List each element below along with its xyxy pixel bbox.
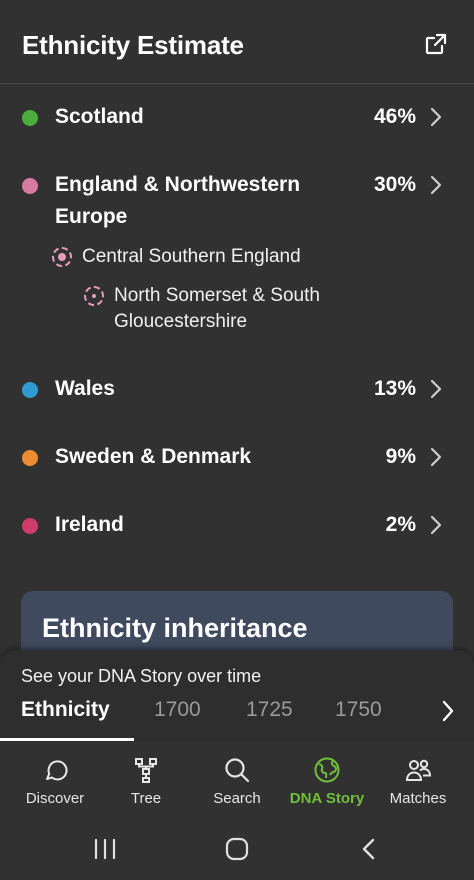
nav-item-search[interactable]: Search	[192, 742, 282, 822]
chevron-right-icon	[430, 515, 442, 535]
external-link-icon[interactable]	[424, 32, 448, 56]
globe-icon	[314, 757, 340, 783]
region-color-dot	[22, 518, 38, 534]
home-icon[interactable]	[225, 837, 249, 861]
nav-label: Matches	[389, 790, 447, 807]
subregion-name: North Somerset & South Gloucestershire	[114, 285, 320, 332]
region-percent: 2%	[385, 513, 416, 536]
dna-story-timeline: See your DNA Story over time Ethnicity 1…	[0, 650, 474, 742]
region-name: Sweden & Denmark	[55, 445, 252, 468]
chevron-right-icon	[430, 447, 442, 467]
region-name: Wales	[55, 377, 115, 400]
tree-icon	[135, 758, 157, 783]
region-percent: 9%	[385, 445, 416, 468]
region-color-dot	[22, 178, 38, 194]
tab-1700[interactable]: 1700	[154, 698, 201, 722]
region-percent: 46%	[373, 105, 416, 128]
tab-ethnicity[interactable]: Ethnicity	[21, 698, 110, 722]
region-color-dot	[22, 450, 38, 466]
region-percent: 30%	[373, 173, 416, 196]
chevron-right-icon[interactable]	[440, 698, 456, 724]
bottom-navigation: Discover Tree Search DNA Story Matches	[0, 742, 474, 822]
page-title: Ethnicity Estimate	[22, 30, 244, 60]
region-name: Ireland	[55, 513, 124, 536]
back-icon[interactable]	[360, 837, 378, 861]
chevron-right-icon	[430, 379, 442, 399]
active-tab-indicator	[0, 738, 134, 741]
nav-item-matches[interactable]: Matches	[373, 742, 463, 822]
matches-icon	[405, 759, 432, 781]
region-percent: 13%	[373, 377, 416, 400]
recent-apps-icon[interactable]	[92, 838, 118, 860]
search-icon	[225, 758, 250, 783]
chevron-right-icon	[430, 175, 442, 195]
tab-1725[interactable]: 1725	[246, 698, 293, 722]
system-navigation-bar	[0, 822, 474, 880]
subregion-name: Central Southern England	[82, 246, 301, 267]
tab-1750[interactable]: 1750	[335, 698, 382, 722]
chevron-right-icon	[430, 107, 442, 127]
region-color-dot	[22, 382, 38, 398]
region-name: Scotland	[55, 105, 144, 128]
card-title: Ethnicity inheritance	[42, 613, 308, 643]
nav-item-tree[interactable]: Tree	[101, 742, 191, 822]
discover-icon	[46, 760, 68, 781]
nav-item-discover[interactable]: Discover	[10, 742, 100, 822]
region-name: England & Northwestern Europe	[55, 173, 301, 228]
nav-item-dna-story[interactable]: DNA Story	[282, 742, 372, 822]
page-header: Ethnicity Estimate	[0, 0, 474, 84]
community-dot-icon	[84, 286, 104, 306]
community-dot-icon	[52, 247, 72, 267]
timeline-prompt: See your DNA Story over time	[21, 666, 262, 686]
region-color-dot	[22, 110, 38, 126]
